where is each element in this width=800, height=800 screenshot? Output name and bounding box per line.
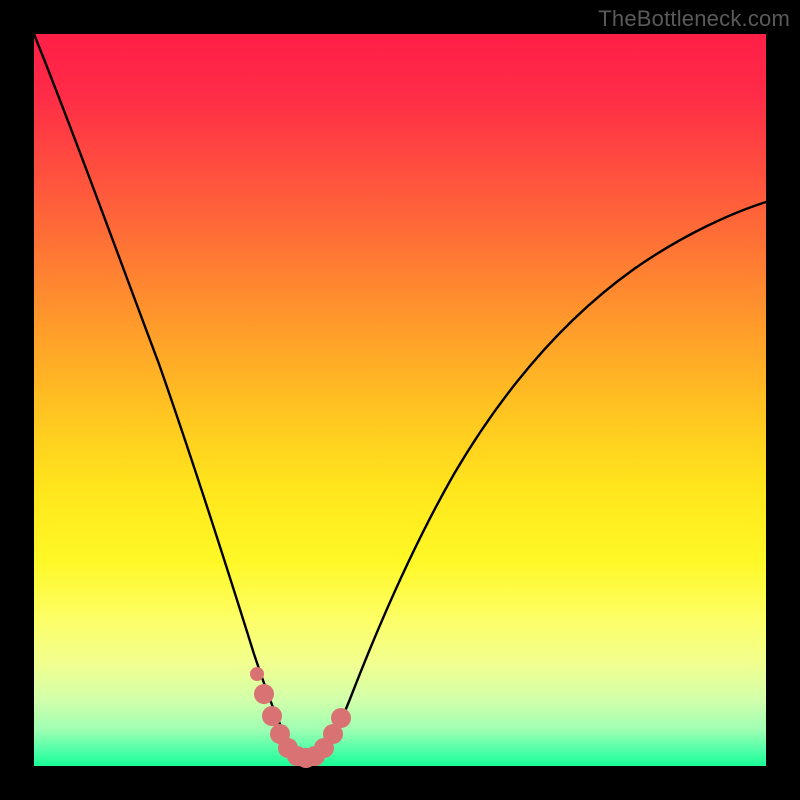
bottleneck-curve	[34, 34, 766, 764]
plot-area	[34, 34, 766, 766]
watermark-text: TheBottleneck.com	[598, 6, 790, 32]
chart-frame: TheBottleneck.com	[0, 0, 800, 800]
curve-svg	[34, 34, 766, 766]
highlight-markers	[250, 667, 351, 768]
